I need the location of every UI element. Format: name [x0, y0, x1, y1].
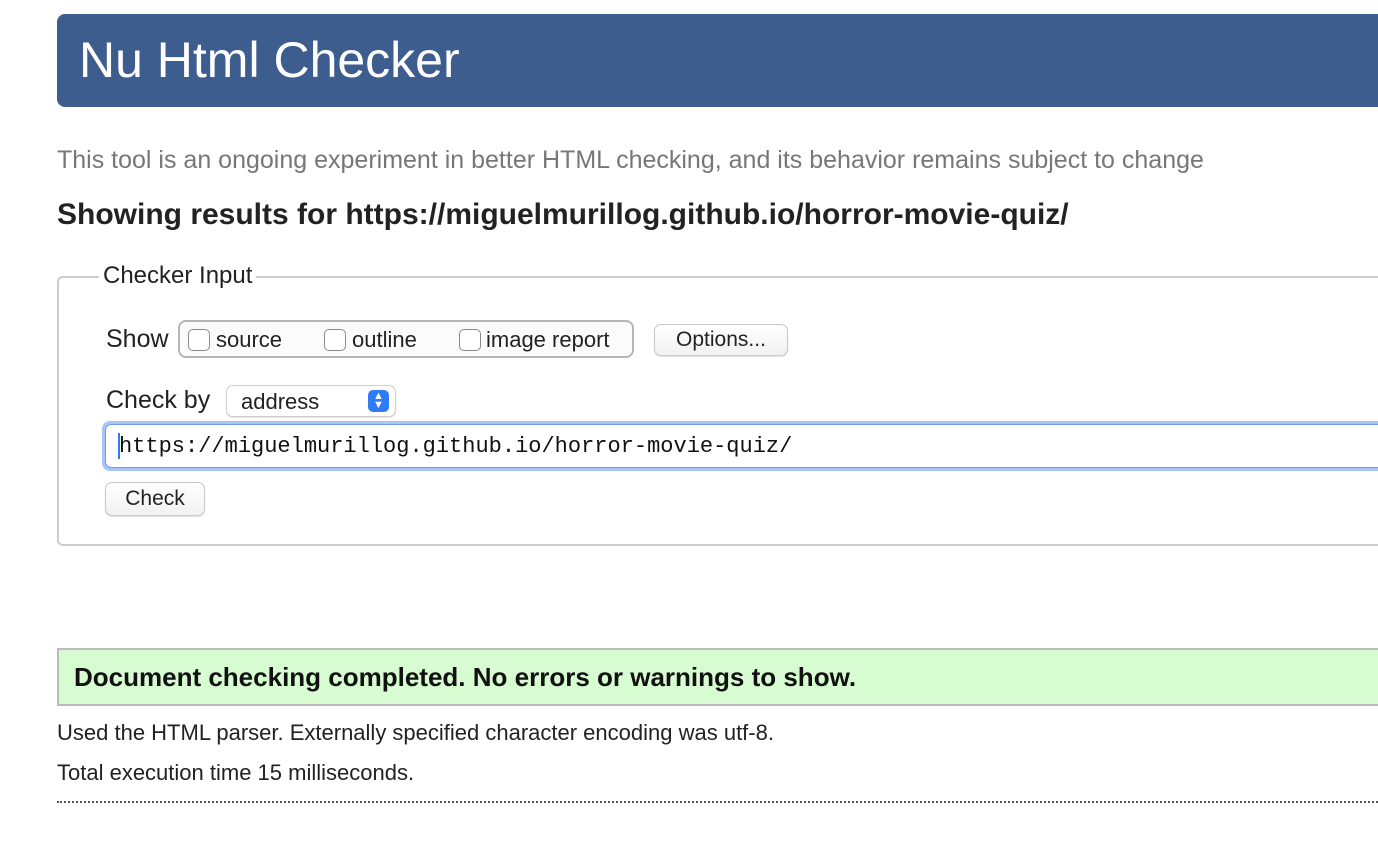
checker-input-legend: Checker Input — [99, 262, 257, 290]
check-by-select[interactable]: address ▲ ▼ — [226, 385, 396, 417]
url-input-focus-ring — [102, 421, 1378, 471]
success-message-box: Document checking completed. No errors o… — [57, 648, 1378, 706]
dotted-divider — [57, 801, 1378, 803]
results-heading: Showing results for https://miguelmurill… — [57, 198, 1069, 231]
parser-info: Used the HTML parser. Externally specifi… — [57, 720, 774, 745]
show-label: Show — [106, 325, 169, 353]
options-button[interactable]: Options... — [654, 324, 788, 356]
check-by-select-value: address — [241, 389, 320, 414]
check-by-label: Check by — [106, 386, 211, 414]
page: Nu Html Checker This tool is an ongoing … — [0, 0, 1378, 848]
execution-time: Total execution time 15 milliseconds. — [57, 760, 415, 785]
page-title: Nu Html Checker — [79, 32, 460, 88]
outline-checkbox-label[interactable]: outline — [352, 327, 417, 353]
chevron-updown-icon: ▲ ▼ — [368, 390, 389, 412]
success-message: Document checking completed. No errors o… — [74, 662, 857, 692]
header-banner: Nu Html Checker — [57, 14, 1378, 107]
image-report-checkbox-label[interactable]: image report — [486, 327, 610, 353]
intro-text: This tool is an ongoing experiment in be… — [57, 146, 1204, 174]
image-report-checkbox[interactable] — [459, 329, 481, 351]
outline-checkbox[interactable] — [324, 329, 346, 351]
source-checkbox-label[interactable]: source — [216, 327, 282, 353]
url-input[interactable] — [105, 424, 1378, 468]
check-button[interactable]: Check — [105, 482, 205, 516]
text-caret — [118, 433, 120, 459]
source-checkbox[interactable] — [188, 329, 210, 351]
